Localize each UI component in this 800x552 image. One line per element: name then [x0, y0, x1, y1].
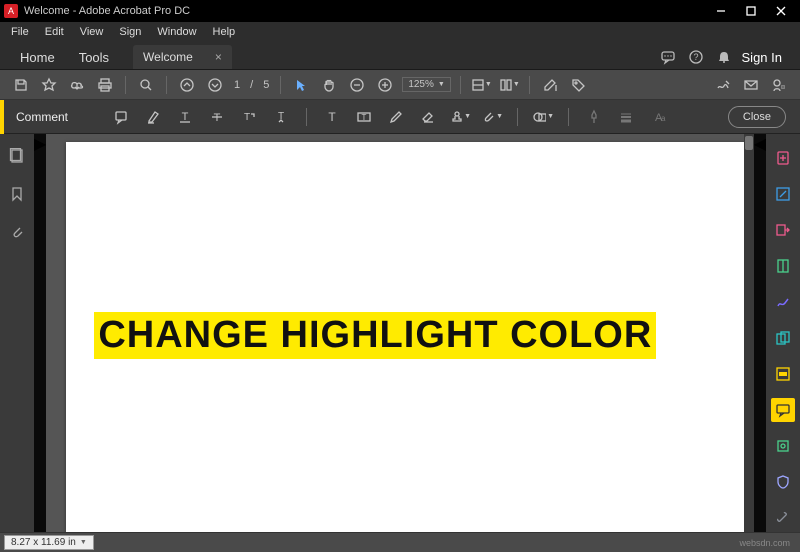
svg-text:T: T — [182, 111, 189, 123]
minimize-button[interactable] — [706, 0, 736, 22]
chat-icon[interactable] — [660, 49, 676, 65]
highlighted-text[interactable]: CHANGE HIGHLIGHT COLOR — [94, 312, 656, 359]
page-dimensions[interactable]: 8.27 x 11.69 in▼ — [4, 535, 94, 550]
document-tab-label: Welcome — [143, 50, 193, 64]
edit-pdf-icon[interactable] — [539, 74, 561, 96]
svg-text:T: T — [362, 113, 367, 122]
right-tools-panel — [766, 134, 800, 532]
main-toolbar: 1 / 5 125%▼ ▼ ▼ — [0, 70, 800, 100]
thumbnails-icon[interactable] — [7, 146, 27, 166]
pin-icon[interactable] — [583, 106, 605, 128]
maximize-button[interactable] — [736, 0, 766, 22]
collapse-right-icon[interactable]: ◀ — [754, 134, 766, 532]
svg-text:T: T — [244, 112, 250, 123]
create-pdf-icon[interactable] — [771, 146, 795, 170]
svg-text:?: ? — [693, 52, 698, 62]
stamp-icon[interactable]: ▼ — [449, 106, 471, 128]
comment-label: Comment — [4, 110, 80, 124]
sign-in-button[interactable]: Sign In — [732, 50, 792, 69]
scan-ocr-icon[interactable] — [771, 434, 795, 458]
window-title: Welcome - Adobe Acrobat Pro DC — [24, 5, 706, 17]
print-icon[interactable] — [94, 74, 116, 96]
left-nav-panel — [0, 134, 34, 532]
zoom-in-icon[interactable] — [374, 74, 396, 96]
share-icon[interactable] — [768, 74, 790, 96]
menu-bar: File Edit View Sign Window Help — [0, 22, 800, 42]
strikethrough-icon[interactable]: T — [206, 106, 228, 128]
text-format-icon[interactable]: Aa — [647, 106, 669, 128]
tab-bar: Home Tools Welcome × ? Sign In — [0, 42, 800, 70]
app-icon: A — [4, 4, 18, 18]
svg-text:a: a — [661, 114, 666, 123]
search-icon[interactable] — [135, 74, 157, 96]
cloud-icon[interactable] — [66, 74, 88, 96]
replace-text-icon[interactable]: T — [238, 106, 260, 128]
page-up-icon[interactable] — [176, 74, 198, 96]
fill-sign-icon[interactable] — [771, 290, 795, 314]
combine-icon[interactable] — [771, 326, 795, 350]
pdf-page: CHANGE HIGHLIGHT COLOR — [66, 142, 752, 532]
pencil-icon[interactable] — [385, 106, 407, 128]
page-separator: / — [248, 79, 255, 91]
line-weight-icon[interactable] — [615, 106, 637, 128]
sticky-note-icon[interactable] — [110, 106, 132, 128]
hand-icon[interactable] — [318, 74, 340, 96]
underline-icon[interactable]: T — [174, 106, 196, 128]
organize-icon[interactable] — [771, 254, 795, 278]
page-down-icon[interactable] — [204, 74, 226, 96]
more-tools-icon[interactable] — [771, 506, 795, 530]
bell-icon[interactable] — [716, 49, 732, 65]
email-icon[interactable] — [740, 74, 762, 96]
menu-view[interactable]: View — [73, 24, 111, 40]
pointer-icon[interactable] — [290, 74, 312, 96]
menu-window[interactable]: Window — [150, 24, 203, 40]
home-tab[interactable]: Home — [8, 46, 67, 69]
attachment-icon[interactable]: ▼ — [481, 106, 503, 128]
svg-text:T: T — [328, 110, 336, 124]
comment-tool-icon[interactable] — [771, 398, 795, 422]
svg-text:T: T — [214, 112, 221, 124]
vertical-scrollbar[interactable] — [744, 134, 754, 532]
menu-help[interactable]: Help — [206, 24, 243, 40]
menu-edit[interactable]: Edit — [38, 24, 71, 40]
highlight-icon[interactable] — [142, 106, 164, 128]
textbox-icon[interactable]: T — [353, 106, 375, 128]
title-bar: A Welcome - Adobe Acrobat Pro DC — [0, 0, 800, 22]
page-view-icon[interactable]: ▼ — [498, 74, 520, 96]
save-icon[interactable] — [10, 74, 32, 96]
zoom-level[interactable]: 125%▼ — [402, 77, 451, 92]
document-area[interactable]: CHANGE HIGHLIGHT COLOR — [46, 134, 753, 532]
signature-icon[interactable] — [712, 74, 734, 96]
close-window-button[interactable] — [766, 0, 796, 22]
star-icon[interactable] — [38, 74, 60, 96]
fit-width-icon[interactable]: ▼ — [470, 74, 492, 96]
eraser-icon[interactable] — [417, 106, 439, 128]
paperclip-icon[interactable] — [7, 222, 27, 242]
page-current[interactable]: 1 — [232, 79, 242, 91]
help-icon[interactable]: ? — [688, 49, 704, 65]
status-bar: 8.27 x 11.69 in▼ websdn.com — [0, 532, 800, 552]
watermark-text: websdn.com — [739, 538, 796, 548]
page-total: 5 — [261, 79, 271, 91]
insert-text-icon[interactable]: T — [270, 106, 292, 128]
menu-sign[interactable]: Sign — [112, 24, 148, 40]
shapes-icon[interactable]: ▼ — [532, 106, 554, 128]
workspace: ▶ CHANGE HIGHLIGHT COLOR ◀ — [0, 134, 800, 532]
text-comment-icon[interactable]: T — [321, 106, 343, 128]
bookmark-icon[interactable] — [7, 184, 27, 204]
tools-tab[interactable]: Tools — [67, 46, 121, 69]
menu-file[interactable]: File — [4, 24, 36, 40]
comment-toolbar: Comment T T T T T T ▼ ▼ ▼ Aa Close — [0, 100, 800, 134]
zoom-out-icon[interactable] — [346, 74, 368, 96]
export-pdf-icon[interactable] — [771, 218, 795, 242]
close-tab-icon[interactable]: × — [215, 50, 222, 64]
collapse-left-icon[interactable]: ▶ — [34, 134, 46, 532]
close-comment-button[interactable]: Close — [728, 106, 786, 128]
redact-icon[interactable] — [771, 362, 795, 386]
tag-icon[interactable] — [567, 74, 589, 96]
protect-icon[interactable] — [771, 470, 795, 494]
edit-pdf-tool-icon[interactable] — [771, 182, 795, 206]
document-tab[interactable]: Welcome × — [133, 45, 232, 69]
